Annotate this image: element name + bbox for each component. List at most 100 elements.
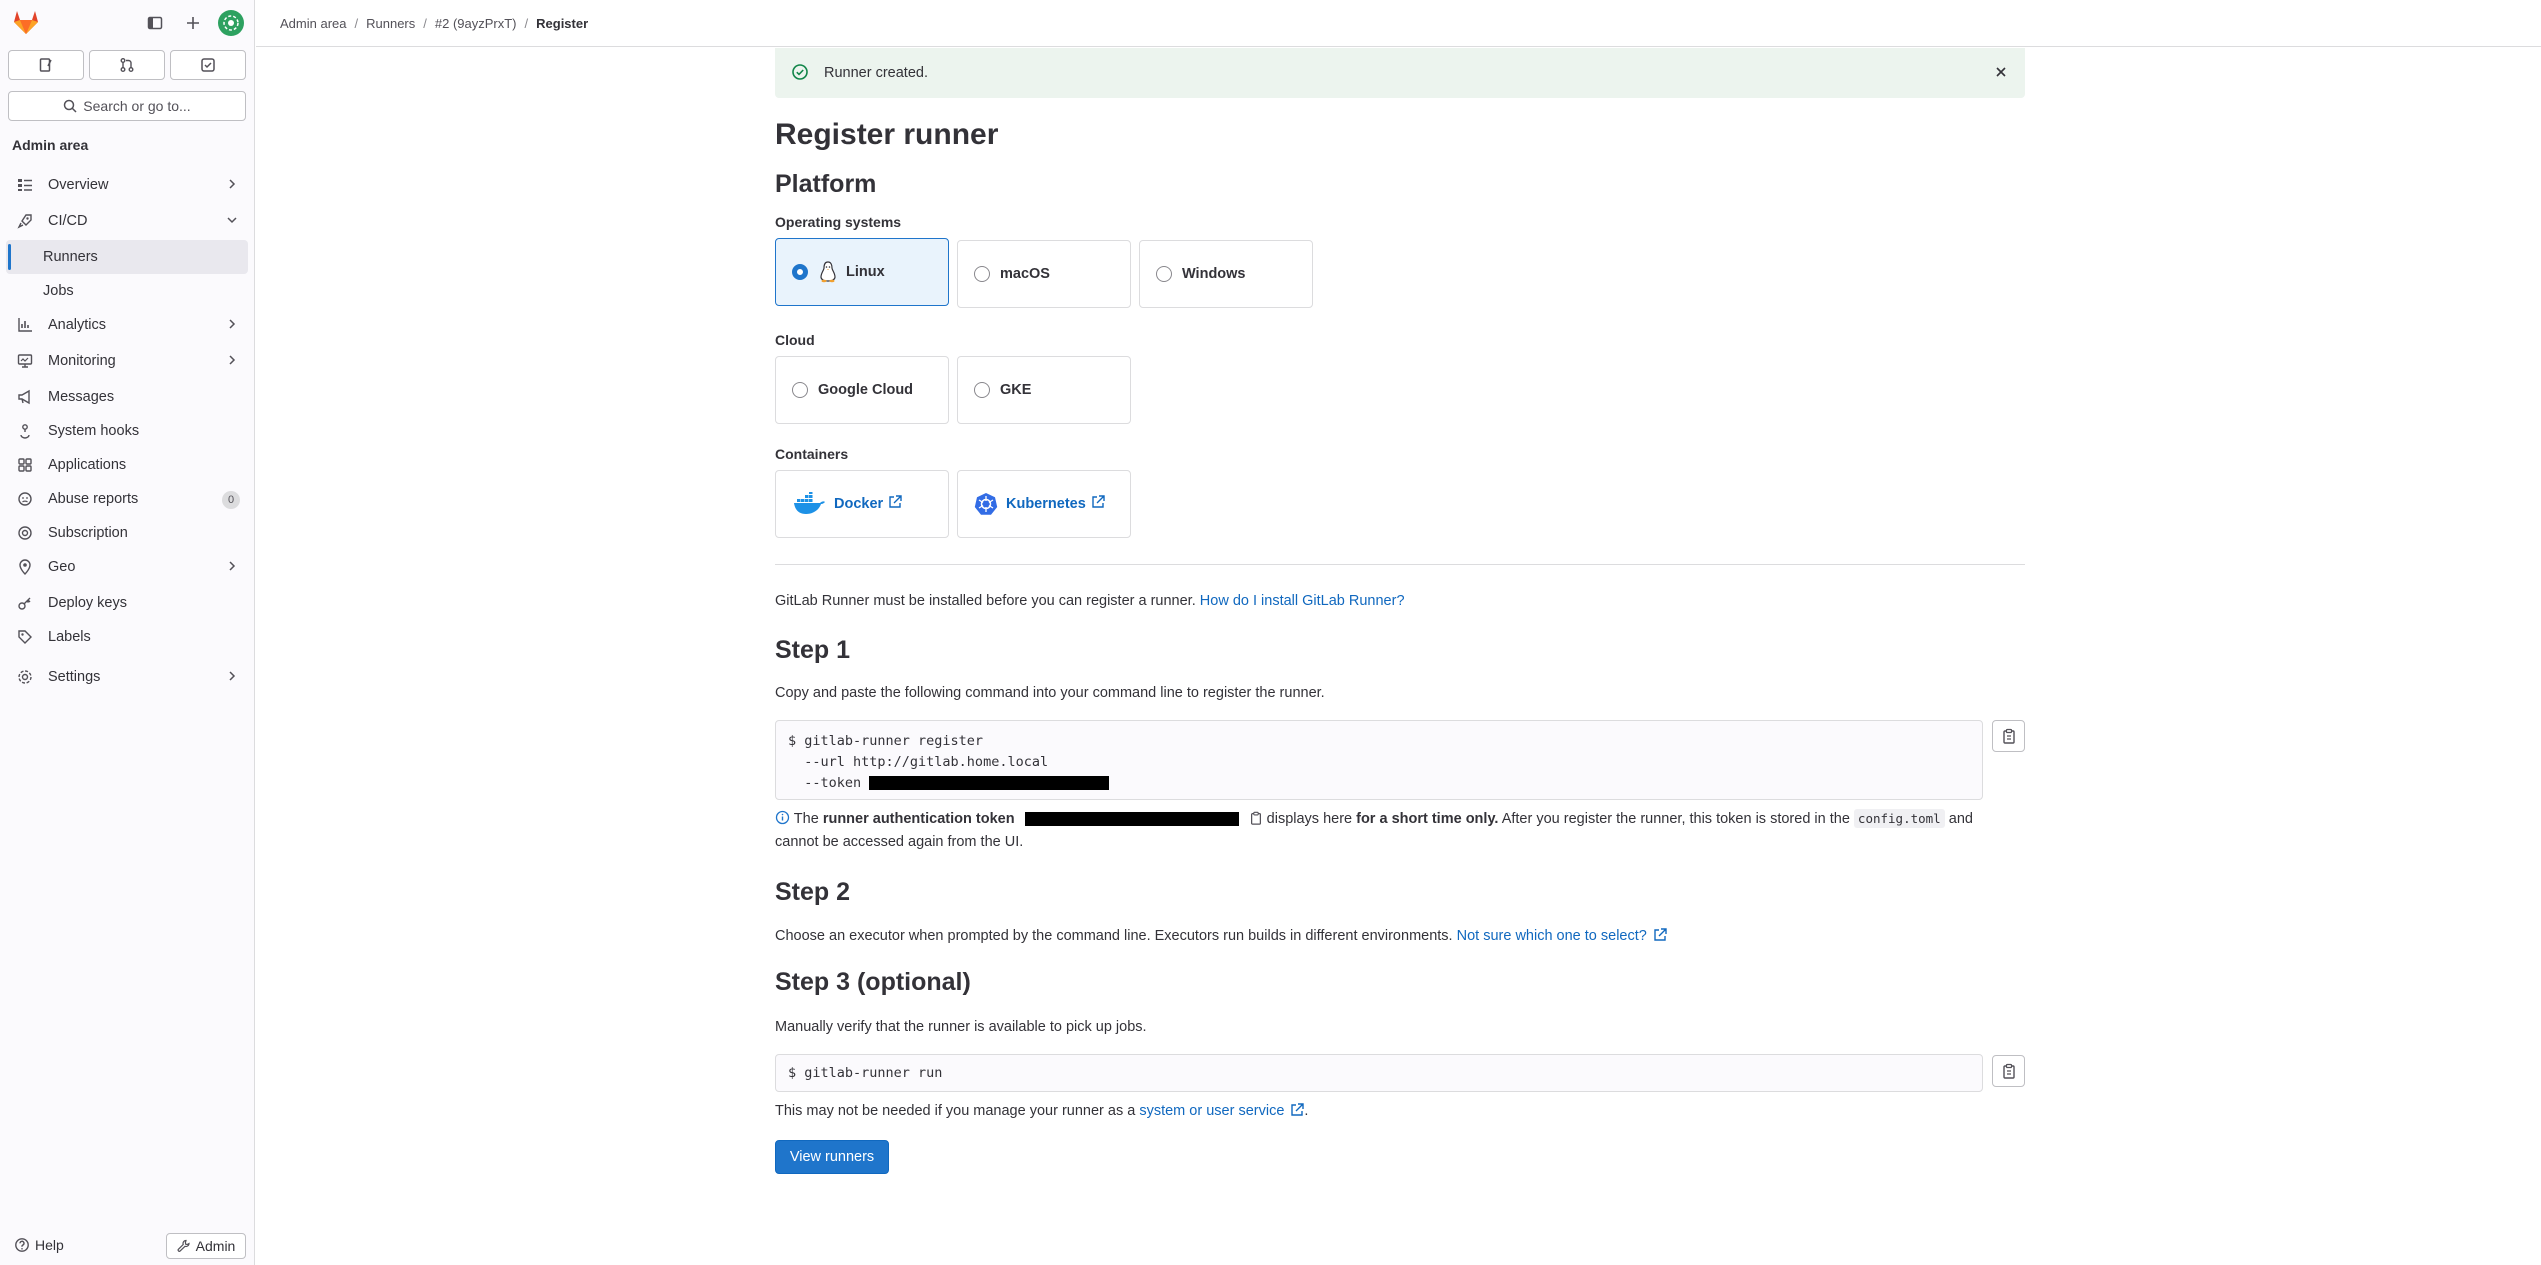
os-option-label: macOS xyxy=(1000,266,1050,282)
docker-link[interactable]: Docker xyxy=(834,496,883,512)
sidebar-item-labels[interactable]: Labels xyxy=(6,620,248,654)
issues-counter-button[interactable] xyxy=(8,50,84,80)
os-option-macos[interactable]: macOS xyxy=(957,240,1131,308)
os-option-windows[interactable]: Windows xyxy=(1139,240,1313,308)
sidebar-toggle-icon[interactable] xyxy=(142,10,168,36)
plus-icon[interactable] xyxy=(180,10,206,36)
register-command-block: $ gitlab-runner register --url http://gi… xyxy=(775,720,1983,800)
chevron-down-icon xyxy=(226,214,238,230)
sidebar-item-jobs[interactable]: Jobs xyxy=(6,274,248,308)
breadcrumb: Admin area / Runners / #2 (9ayzPrxT) / R… xyxy=(280,16,589,31)
breadcrumb-item-register[interactable]: Register xyxy=(536,16,588,31)
sidebar-item-runners[interactable]: Runners xyxy=(6,240,248,274)
sidebar-item-label: Runners xyxy=(43,249,98,265)
chevron-right-icon xyxy=(226,178,238,194)
hook-icon xyxy=(16,422,34,440)
page-title: Register runner xyxy=(775,118,999,151)
chevron-right-icon xyxy=(226,670,238,686)
kubernetes-icon xyxy=(974,492,998,516)
issues-icon xyxy=(39,58,52,72)
sidebar-item-messages[interactable]: Messages xyxy=(6,380,248,414)
sidebar-item-abuse-reports[interactable]: Abuse reports 0 xyxy=(6,482,248,516)
sidebar-item-label: Subscription xyxy=(48,525,128,541)
success-alert: Runner created. xyxy=(775,48,2025,98)
sidebar-item-deploy-keys[interactable]: Deploy keys xyxy=(6,586,248,620)
sidebar-item-settings[interactable]: Settings xyxy=(6,660,248,694)
container-option-docker[interactable]: Docker xyxy=(775,470,949,538)
token-info-line2: cannot be accessed again from the UI. xyxy=(775,834,1024,850)
breadcrumb-item-admin-area[interactable]: Admin area xyxy=(280,16,346,31)
os-label: Operating systems xyxy=(775,214,902,230)
step2-heading: Step 2 xyxy=(775,878,851,906)
radio-macos[interactable] xyxy=(974,266,990,282)
gear-icon xyxy=(16,668,34,686)
overview-icon xyxy=(16,176,34,194)
megaphone-icon xyxy=(16,388,34,406)
view-runners-button[interactable]: View runners xyxy=(775,1140,889,1174)
monitor-icon xyxy=(16,352,34,370)
sidebar-section-title: Admin area xyxy=(12,137,89,153)
top-bar: Admin area / Runners / #2 (9ayzPrxT) / R… xyxy=(256,0,2541,47)
avatar[interactable] xyxy=(218,10,244,36)
step2-description: Choose an executor when prompted by the … xyxy=(775,928,1667,946)
container-option-kubernetes[interactable]: Kubernetes xyxy=(957,470,1131,538)
step1-description: Copy and paste the following command int… xyxy=(775,685,1325,701)
install-note: GitLab Runner must be installed before y… xyxy=(775,593,1405,609)
sidebar-item-analytics[interactable]: Analytics xyxy=(6,308,248,342)
os-option-label: Linux xyxy=(846,264,885,280)
gitlab-logo-icon[interactable] xyxy=(12,9,40,35)
sidebar-item-cicd[interactable]: CI/CD xyxy=(6,204,248,238)
cloud-option-google-cloud[interactable]: Google Cloud xyxy=(775,356,949,424)
sidebar-item-label: Analytics xyxy=(48,317,107,333)
sidebar-item-system-hooks[interactable]: System hooks xyxy=(6,414,248,448)
command-line: $ gitlab-runner run xyxy=(788,1065,943,1081)
cloud-option-gke[interactable]: GKE xyxy=(957,356,1131,424)
merge-requests-counter-button[interactable] xyxy=(89,50,165,80)
sidebar-item-label: Deploy keys xyxy=(48,595,127,611)
copy-command-button[interactable] xyxy=(1992,720,2025,752)
abuse-icon xyxy=(16,490,34,508)
sidebar-item-monitoring[interactable]: Monitoring xyxy=(6,344,248,378)
chevron-right-icon xyxy=(226,354,238,370)
todos-counter-button[interactable] xyxy=(170,50,246,80)
sidebar-item-geo[interactable]: Geo xyxy=(6,550,248,584)
copy-token-icon[interactable] xyxy=(1249,811,1263,827)
info-icon xyxy=(775,810,790,827)
service-link[interactable]: system or user service xyxy=(1139,1103,1284,1119)
sidebar-item-label: Overview xyxy=(48,177,109,193)
command-line: $ gitlab-runner register xyxy=(788,733,984,749)
os-option-linux[interactable]: Linux xyxy=(775,238,949,306)
step1-heading: Step 1 xyxy=(775,636,851,664)
admin-label: Admin xyxy=(195,1238,236,1254)
sidebar-item-applications[interactable]: Applications xyxy=(6,448,248,482)
search-input[interactable]: Search or go to... xyxy=(8,91,246,121)
close-icon[interactable] xyxy=(1993,64,2009,83)
docker-icon xyxy=(792,492,826,516)
sidebar-item-subscription[interactable]: Subscription xyxy=(6,516,248,550)
breadcrumb-item-runners[interactable]: Runners xyxy=(366,16,415,31)
sidebar-item-label: CI/CD xyxy=(48,213,88,229)
kubernetes-link[interactable]: Kubernetes xyxy=(1006,496,1086,512)
sidebar-item-overview[interactable]: Overview xyxy=(6,168,248,202)
redacted-token xyxy=(1024,812,1239,827)
external-link-icon xyxy=(888,495,902,513)
admin-button[interactable]: Admin xyxy=(166,1233,246,1259)
radio-windows[interactable] xyxy=(1156,266,1172,282)
external-link-icon xyxy=(1653,928,1667,946)
executor-help-link[interactable]: Not sure which one to select? xyxy=(1457,928,1647,944)
copy-icon xyxy=(2002,728,2015,744)
radio-gke[interactable] xyxy=(974,382,990,398)
breadcrumb-item-runner[interactable]: #2 (9ayzPrxT) xyxy=(435,16,517,31)
radio-google-cloud[interactable] xyxy=(792,382,808,398)
os-option-label: Windows xyxy=(1182,266,1246,282)
platform-heading: Platform xyxy=(775,170,877,198)
copy-run-command-button[interactable] xyxy=(1992,1055,2025,1087)
external-link-icon xyxy=(1091,495,1105,513)
sidebar-item-label: Geo xyxy=(48,559,76,575)
sidebar-item-label: Jobs xyxy=(43,283,74,299)
label-icon xyxy=(16,628,34,646)
help-button[interactable]: Help xyxy=(14,1237,64,1253)
radio-linux[interactable] xyxy=(792,264,808,280)
cloud-option-label: GKE xyxy=(1000,382,1032,398)
install-runner-link[interactable]: How do I install GitLab Runner? xyxy=(1200,593,1405,609)
